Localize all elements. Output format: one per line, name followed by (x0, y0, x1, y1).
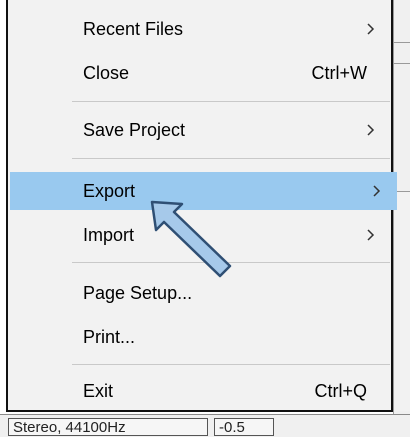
menu-item-shortcut: Ctrl+W (311, 63, 368, 83)
menu-item-label: Export (83, 181, 136, 201)
chevron-right-icon (367, 23, 375, 35)
menu-item-shortcut: Ctrl+Q (314, 381, 367, 401)
menu-item-label: Exit (83, 381, 114, 401)
arrow-pointer-icon (150, 200, 232, 278)
status-value: -0.5 (214, 418, 274, 436)
menu-item-save-project[interactable]: Save Project (8, 111, 391, 149)
background-divider (393, 42, 410, 43)
menu-item-label: Import (83, 225, 135, 245)
menu-separator (72, 101, 390, 102)
background-divider (393, 63, 410, 64)
menu-item-exit[interactable]: Exit Ctrl+Q (8, 372, 391, 410)
menu-separator (72, 364, 390, 365)
menu-item-close[interactable]: Close Ctrl+W (8, 54, 391, 92)
chevron-right-icon (367, 229, 375, 241)
menu-item-label: Recent Files (83, 19, 184, 39)
menu-item-label: Save Project (83, 120, 186, 140)
menu-item-label: Close (83, 63, 130, 83)
menu-separator (72, 158, 390, 159)
chevron-right-icon (373, 185, 381, 197)
menu-item-recent-files[interactable]: Recent Files (8, 10, 391, 48)
export-submenu-edge (393, 191, 410, 411)
chevron-right-icon (367, 124, 375, 136)
menu-item-print[interactable]: Print... (8, 318, 391, 356)
status-format: Stereo, 44100Hz (8, 418, 208, 436)
menu-item-label: Print... (83, 327, 136, 347)
status-bar: Stereo, 44100Hz -0.5 (0, 414, 410, 437)
